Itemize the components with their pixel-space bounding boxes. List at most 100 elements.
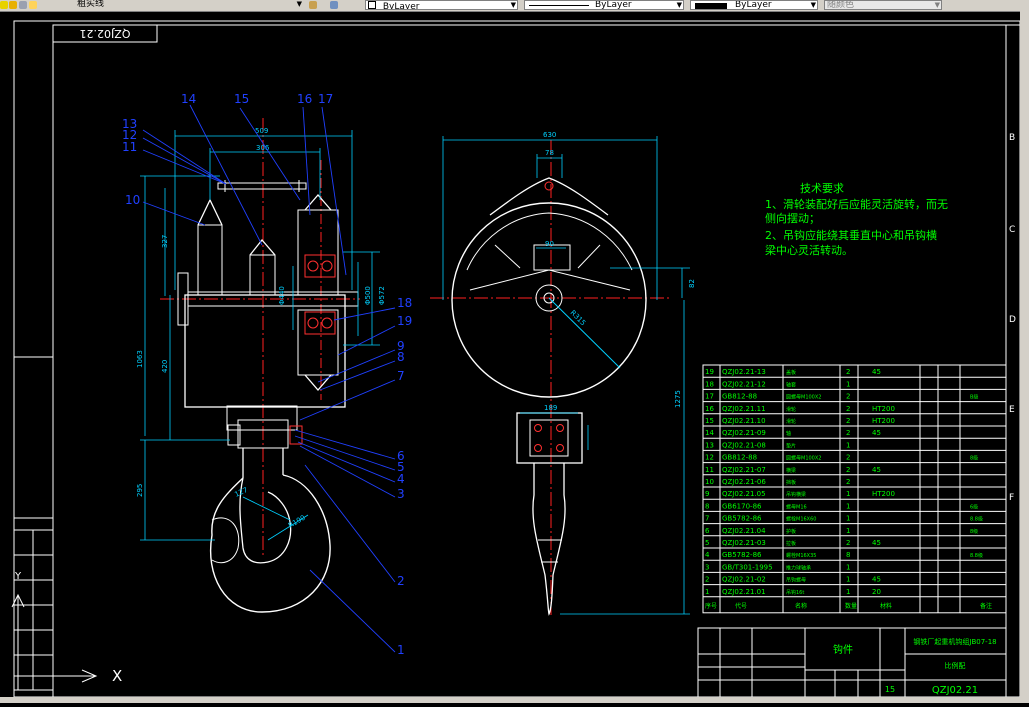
bom-cell: 8级 — [970, 455, 978, 462]
bom-cell: 6 — [705, 527, 710, 535]
bom-cell: QZJ02.21-02 — [722, 576, 766, 584]
bom-cell: GB5782-86 — [722, 551, 762, 559]
callout-number: 2 — [397, 574, 405, 588]
bom-cell: QZJ02.21-06 — [722, 478, 766, 486]
bom-cell: QZJ02.21-13 — [722, 368, 766, 376]
bom-row: 8 GB6170-86 螺母M16 1 6级 — [705, 502, 978, 510]
bom-cell: 20 — [872, 588, 881, 596]
bom-cell: 1 — [846, 515, 850, 523]
linetype-control[interactable]: ByLayer ▼ — [524, 0, 684, 10]
bom-cell: 1 — [846, 576, 850, 584]
title-code: QZJ02.21 — [932, 685, 978, 696]
bom-cell: 18 — [705, 380, 714, 388]
callout-number: 3 — [397, 487, 405, 501]
bom-cell: 圆螺母M100X2 — [786, 455, 821, 462]
layer-previous-icon[interactable] — [330, 1, 338, 9]
lineweight-control[interactable]: ByLayer ▼ — [690, 0, 818, 10]
layer-dropdown[interactable]: 粗实线 ▼ — [75, 0, 303, 10]
bom-cell: 横梁 — [786, 467, 796, 474]
bom-cell: QZJ02.21.11 — [722, 405, 766, 413]
drawing-canvas[interactable]: QZJ02.21 BCDEF X Y 509 306 327 1063 420 … — [0, 11, 1029, 703]
bom-cell: 10 — [705, 478, 714, 486]
layer-sun-icon[interactable] — [9, 1, 17, 9]
bom-cell: 3 — [705, 563, 709, 571]
bom-header-cell: 序号 — [705, 602, 717, 610]
bom-cell: 2 — [846, 429, 850, 437]
bom-cell: 轴套 — [786, 381, 796, 388]
tech-line-4: 梁中心灵活转动。 — [765, 243, 853, 257]
plotstyle-control[interactable]: 随颜色 ▼ — [824, 0, 942, 10]
bom-cell: 6级 — [970, 503, 978, 510]
drawing-svg: QZJ02.21 BCDEF X Y 509 306 327 1063 420 … — [11, 20, 1021, 698]
bom-cell: 1 — [846, 502, 850, 510]
dim-78: 78 — [545, 149, 554, 157]
bom-cell: HT200 — [872, 417, 895, 425]
bom-cell: QZJ02.21-12 — [722, 380, 766, 388]
dim-630: 630 — [543, 131, 556, 139]
bom-cell: 16 — [705, 405, 714, 413]
bom-cell: QZJ02.21.10 — [722, 417, 766, 425]
bom-cell: 11 — [705, 466, 714, 474]
bom-cell: 1 — [846, 441, 850, 449]
make-current-layer-icon[interactable] — [309, 1, 317, 9]
bom-cell: 圆螺母M100X2 — [786, 394, 821, 401]
color-control[interactable]: ByLayer ▼ — [365, 0, 518, 10]
dim-82: 82 — [688, 279, 696, 288]
bom-header-cell: 名称 — [795, 602, 807, 610]
zone-letter: E — [1009, 405, 1015, 415]
bom-cell: 2 — [846, 466, 850, 474]
dim-1275: 1275 — [674, 390, 682, 408]
dim-phi500: Φ500 — [364, 286, 372, 305]
lineweight-control-label: ByLayer — [735, 0, 772, 10]
bom-cell: 45 — [872, 466, 881, 474]
bom-row: 1 QZJ02.21.01 吊钩16t 1 20 — [705, 588, 881, 596]
lineweight-sample — [695, 3, 727, 9]
bom-header-cell: 代号 — [735, 602, 747, 610]
bom-cell: QZJ02.21-08 — [722, 441, 766, 449]
bom-cell: GB812-88 — [722, 454, 757, 462]
tech-line-3: 2、吊钩应能绕其垂直中心和吊钩横 — [765, 228, 937, 242]
tech-line-2: 侧向摆动； — [765, 211, 820, 225]
vertical-scrollbar[interactable] — [1020, 11, 1029, 697]
bom-cell: 8.8级 — [970, 552, 983, 559]
mirrored-code: QZJ02.21 — [80, 27, 131, 40]
color-swatch — [368, 1, 376, 9]
bom-cell: 1 — [846, 380, 850, 388]
chevron-down-icon: ▼ — [810, 1, 816, 9]
zone-letter: F — [1009, 493, 1014, 503]
qty-value: 15 — [885, 685, 895, 694]
model-layout-tabs[interactable] — [0, 697, 1029, 703]
bom-cell: HT200 — [872, 490, 895, 498]
callout-number: 15 — [234, 92, 249, 106]
bom-cell: 5 — [705, 539, 709, 547]
bom-cell: 13 — [705, 441, 714, 449]
bom-row: 16 QZJ02.21.11 滑轮 2 HT200 — [705, 405, 895, 413]
bom-cell: GB5782-86 — [722, 515, 762, 523]
dim-r190: R190 — [287, 514, 307, 530]
bom-cell: QZJ02.21.05 — [722, 490, 766, 498]
dim-phi440: Φ440 — [278, 286, 286, 305]
bom-row: 5 QZJ02.21-03 拉板 2 45 — [705, 539, 881, 547]
callout-number: 18 — [397, 296, 412, 310]
layer-bulb-icon[interactable] — [0, 1, 8, 9]
bom-cell: 1 — [846, 588, 850, 596]
bom-cell: 17 — [705, 393, 714, 401]
bom-row: 19 QZJ02.21-13 盖板 2 45 — [705, 368, 881, 376]
bom-cell: 12 — [705, 454, 714, 462]
linetype-control-label: ByLayer — [595, 0, 632, 10]
bom-row: 4 GB5782-86 螺栓M16X35 8 8.8级 — [705, 551, 983, 559]
bom-cell: 4 — [705, 551, 710, 559]
bom-cell: 滑轮 — [786, 418, 796, 425]
tech-title: 技术要求 — [800, 182, 844, 195]
bom-cell: 9 — [705, 490, 709, 498]
layer-lock-icon[interactable] — [19, 1, 27, 9]
bom-cell: 螺栓M16X60 — [786, 516, 816, 523]
color-control-label: ByLayer — [382, 2, 420, 10]
chevron-down-icon: ▼ — [934, 1, 940, 9]
callout-number: 17 — [318, 92, 333, 106]
layer-color-icon[interactable] — [29, 1, 37, 9]
bom-cell: 2 — [846, 368, 850, 376]
bom-cell: 45 — [872, 429, 881, 437]
bom-cell: 螺栓M16X35 — [786, 552, 816, 559]
left-strip — [13, 529, 54, 691]
